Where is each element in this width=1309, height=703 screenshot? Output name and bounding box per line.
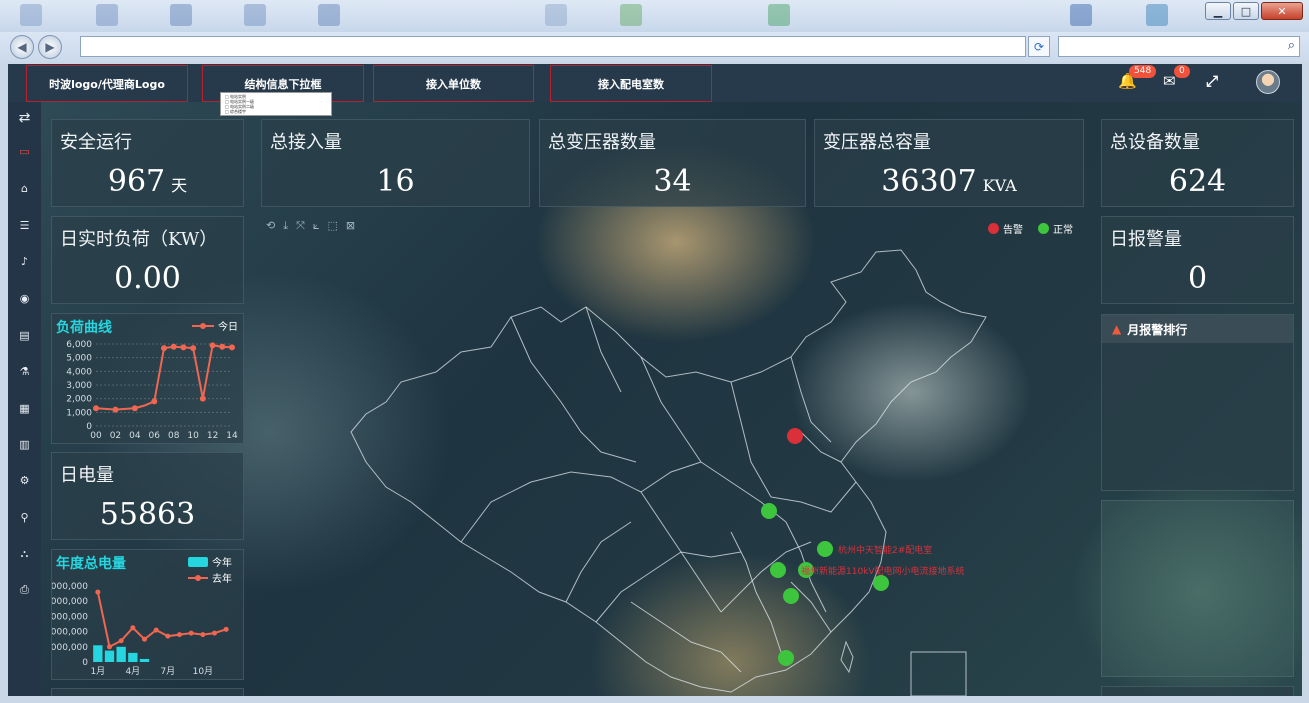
browser-title-bar: ▁ □ ✕: [0, 0, 1309, 34]
report-icon[interactable]: ▦: [8, 402, 41, 415]
address-row: ◀ ▶ ⟳ ⌕: [0, 32, 1309, 62]
app-window: 时波logo/代理商Logo 结构信息下拉框 接入单位数 接入配电室数 🔔 54…: [8, 64, 1302, 696]
file-icon[interactable]: ▥: [8, 438, 41, 451]
map-marker: [761, 503, 777, 519]
refresh-icon[interactable]: ⟳: [1028, 36, 1050, 57]
desktop-icon: [1070, 4, 1092, 26]
mail-icon[interactable]: ✉: [1163, 72, 1176, 90]
china-map: 杭州中天智能2#配电室福州新能源110kV配电网小电流接地系统: [350, 249, 987, 696]
desktop-icon: [20, 4, 42, 26]
map-marker: [778, 650, 794, 666]
desktop-icon: [170, 4, 192, 26]
address-input[interactable]: [80, 36, 1026, 57]
map-marker: [783, 588, 799, 604]
sitemap-icon[interactable]: ⛬: [8, 547, 41, 561]
printer-icon[interactable]: ⎙: [8, 583, 41, 597]
access-rooms-button[interactable]: 接入配电室数: [550, 65, 712, 102]
desktop-icon: [768, 4, 790, 26]
map-marker: [770, 562, 786, 578]
maximize-button[interactable]: □: [1233, 2, 1259, 20]
flask-icon[interactable]: ⚗: [8, 365, 41, 378]
switch-icon[interactable]: ⇄: [8, 110, 41, 126]
map-marker-label: 福州新能源110kV配电网小电流接地系统: [801, 565, 965, 577]
map-marker: [817, 541, 833, 557]
structure-dropdown-preview[interactable]: □ 电站实例 □ 电站实例一级 □ 电站实例二级 □ 综合楼宇: [220, 92, 332, 116]
monitor-icon[interactable]: ▭: [8, 145, 41, 158]
map-marker-label: 杭州中天智能2#配电室: [838, 544, 932, 556]
gear-icon[interactable]: ⚙: [8, 474, 41, 487]
minimize-button[interactable]: ▁: [1205, 2, 1231, 20]
fullscreen-icon[interactable]: ⤢: [1206, 72, 1218, 90]
bell-icon[interactable]: ♪: [8, 255, 41, 268]
top-bar: 时波logo/代理商Logo 结构信息下拉框 接入单位数 接入配电室数 🔔 54…: [8, 64, 1302, 102]
desktop-icon: [318, 4, 340, 26]
book-icon[interactable]: ▤: [8, 329, 41, 342]
window-bottom-edge: [0, 696, 1309, 703]
alarm-badge: 548: [1129, 65, 1157, 78]
avatar[interactable]: [1256, 70, 1280, 94]
forward-button[interactable]: ▶: [38, 35, 62, 59]
browser-search-input[interactable]: ⌕: [1058, 36, 1300, 57]
message-badge: 0: [1174, 65, 1190, 78]
back-button[interactable]: ◀: [10, 35, 34, 59]
dropdown-option[interactable]: □ 综合楼宇: [225, 109, 327, 114]
location-icon[interactable]: ⚲: [8, 511, 41, 524]
close-button[interactable]: ✕: [1261, 2, 1303, 20]
desktop-icon: [1146, 4, 1168, 26]
desktop-icon: [244, 4, 266, 26]
main-dashboard: 安全运行 967 天 日实时负荷（KW） 0.00 负荷曲线 今日 6,000 5,…: [41, 102, 1302, 696]
desktop-icon: [620, 4, 642, 26]
logo-placeholder[interactable]: 时波logo/代理商Logo: [26, 65, 188, 102]
list-icon[interactable]: ☰: [8, 219, 41, 232]
access-units-button[interactable]: 接入单位数: [373, 65, 534, 102]
search-icon[interactable]: ⌕: [1288, 38, 1295, 53]
map-marker: [873, 575, 889, 591]
desktop-icon: [545, 4, 567, 26]
sidebar: ⇄ ▭ ⌂ ☰ ♪ ◉ ▤ ⚗ ▦ ▥ ⚙ ⚲ ⛬ ⎙: [8, 102, 41, 696]
eye-icon[interactable]: ◉: [8, 292, 41, 305]
home-icon[interactable]: ⌂: [8, 182, 41, 195]
map-marker: [787, 428, 803, 444]
desktop-icon: [96, 4, 118, 26]
